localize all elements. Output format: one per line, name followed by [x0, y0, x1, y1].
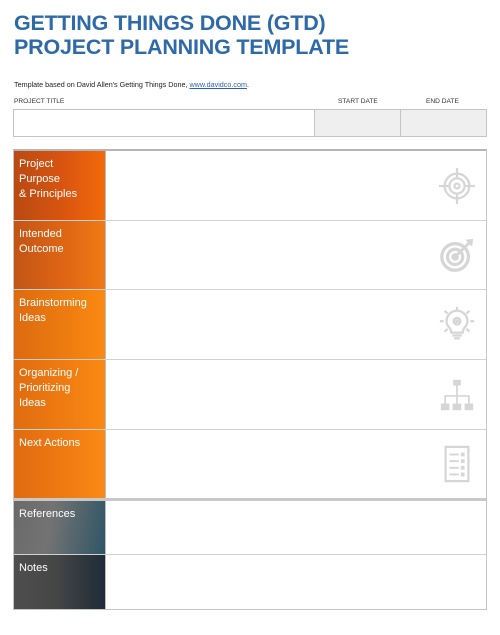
- label-line: Notes: [19, 562, 48, 574]
- section-input-next-actions[interactable]: [106, 430, 486, 498]
- page-title: GETTING THINGS DONE (GTD) PROJECT PLANNI…: [14, 11, 349, 59]
- section-input-purpose[interactable]: [106, 151, 486, 220]
- end-date-field[interactable]: [400, 110, 486, 136]
- end-date-label: END DATE: [426, 98, 459, 105]
- section-input-outcome[interactable]: [106, 221, 486, 289]
- section-input-organizing[interactable]: [106, 360, 486, 429]
- section-row-next-actions: Next Actions: [14, 430, 486, 501]
- planning-table: Project Purpose & Principles Intended Ou: [13, 149, 487, 610]
- section-row-outcome: Intended Outcome: [14, 221, 486, 290]
- target-arrow-icon: [440, 238, 474, 272]
- davidco-link[interactable]: www.davidco.com: [189, 80, 247, 89]
- project-info-box: [13, 109, 487, 137]
- section-row-brainstorming: Brainstorming Ideas: [14, 290, 486, 360]
- org-chart-icon: [440, 379, 474, 410]
- project-title-field[interactable]: [14, 110, 314, 136]
- label-line: & Principles: [19, 188, 78, 200]
- section-label: Project Purpose & Principles: [14, 151, 106, 220]
- label-line: Ideas: [19, 312, 46, 324]
- subtitle: Template based on David Allen's Getting …: [14, 80, 249, 89]
- label-line: Purpose: [19, 173, 60, 185]
- section-input-notes[interactable]: [106, 555, 486, 609]
- label-line: Outcome: [19, 243, 64, 255]
- label-line: Project: [19, 158, 54, 170]
- section-input-brainstorming[interactable]: [106, 290, 486, 359]
- label-line: Next Actions: [19, 437, 81, 449]
- label-line: Organizing /: [19, 367, 79, 379]
- label-line: References: [19, 508, 76, 520]
- section-label: Intended Outcome: [14, 221, 106, 289]
- section-row-notes: Notes: [14, 555, 486, 609]
- section-label: Notes: [14, 555, 106, 609]
- section-label: Brainstorming Ideas: [14, 290, 106, 359]
- section-row-purpose: Project Purpose & Principles: [14, 151, 486, 221]
- subtitle-suffix: .: [246, 80, 249, 89]
- project-title-label: PROJECT TITLE: [14, 98, 65, 105]
- start-date-field[interactable]: [314, 110, 400, 136]
- section-label: References: [14, 501, 106, 554]
- start-date-label: START DATE: [338, 98, 378, 105]
- section-label: Organizing / Prioritizing Ideas: [14, 360, 106, 429]
- section-label: Next Actions: [14, 430, 106, 498]
- label-line: Ideas: [19, 397, 46, 409]
- section-row-references: References: [14, 501, 486, 555]
- title-line-1: GETTING THINGS DONE (GTD): [14, 11, 326, 35]
- label-line: Prioritizing: [19, 382, 71, 394]
- subtitle-text: Template based on David Allen's Getting …: [14, 80, 190, 89]
- label-line: Intended: [19, 228, 62, 240]
- crosshair-icon: [438, 167, 476, 204]
- lightbulb-gear-icon: [439, 306, 475, 339]
- section-input-references[interactable]: [106, 501, 486, 554]
- label-line: Brainstorming: [19, 297, 87, 309]
- section-row-organizing: Organizing / Prioritizing Ideas: [14, 360, 486, 430]
- checklist-icon: [444, 445, 470, 483]
- title-line-2: PROJECT PLANNING TEMPLATE: [14, 35, 350, 59]
